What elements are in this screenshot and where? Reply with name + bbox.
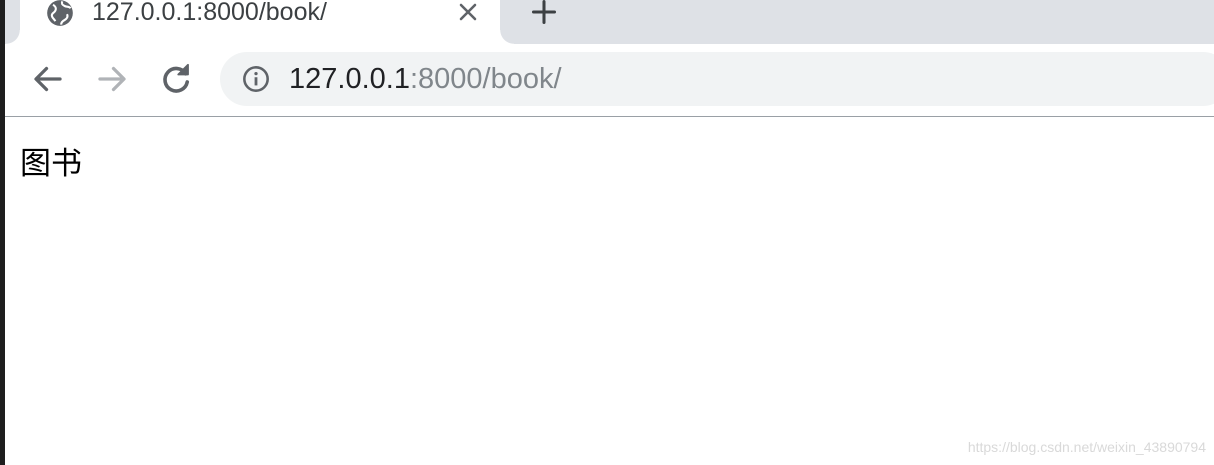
window-left-edge [0,0,5,465]
page-heading: 图书 [20,146,82,182]
tab-title: 127.0.0.1:8000/book/ [92,0,327,26]
url-text[interactable]: 127.0.0.1:8000/book/ [289,52,562,106]
active-tab[interactable]: 127.0.0.1:8000/book/ [6,0,514,44]
reload-icon[interactable] [158,61,194,97]
back-arrow-icon[interactable] [30,61,66,97]
page-content: 图书 [0,118,1214,465]
globe-icon [47,0,73,26]
new-tab-plus-icon[interactable] [530,0,558,26]
browser-toolbar: 127.0.0.1:8000/book/ [0,44,1214,117]
address-bar[interactable]: 127.0.0.1:8000/book/ [220,52,1214,106]
url-path: :8000/book/ [409,63,562,95]
tab-strip: 127.0.0.1:8000/book/ [0,0,1214,44]
url-host: 127.0.0.1 [289,63,410,95]
forward-arrow-icon[interactable] [94,61,130,97]
close-icon[interactable] [456,0,480,24]
info-icon[interactable] [242,65,270,93]
watermark: https://blog.csdn.net/weixin_43890794 [967,439,1206,455]
